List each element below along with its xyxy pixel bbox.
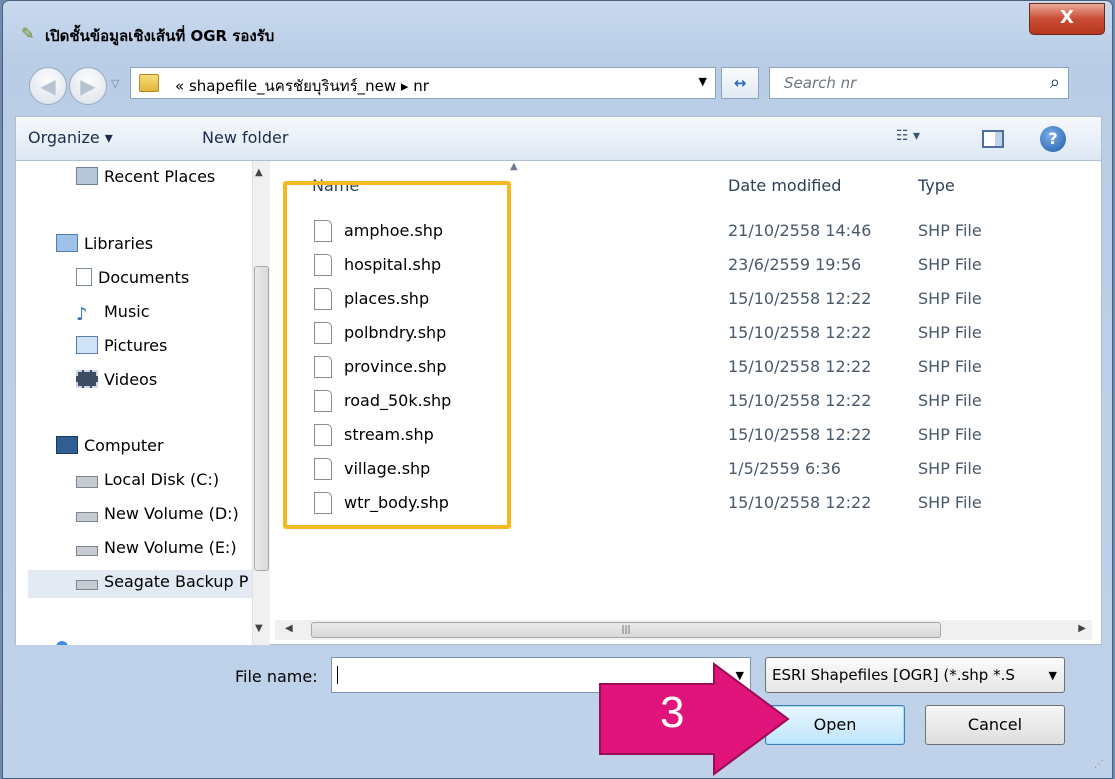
computer-icon: [56, 436, 78, 454]
network-icon: [56, 635, 74, 645]
scroll-left-arrow-icon[interactable]: ◀: [285, 623, 293, 634]
file-type-filter-value: ESRI Shapefiles [OGR] (*.shp *.S: [772, 666, 1015, 684]
text-caret: [337, 666, 338, 684]
folder-icon: [139, 74, 159, 92]
sidebar-item-computer[interactable]: Computer: [56, 436, 164, 464]
drive-icon: [76, 546, 98, 556]
organize-menu-button[interactable]: Organize ▾: [28, 128, 113, 147]
libraries-icon: [56, 234, 78, 252]
navigation-bar: ◀ ▶ ▽ « shapefile_นครชัยบุรินทร์_new ▸ n…: [3, 59, 1112, 105]
qgis-app-icon: ✎: [21, 24, 35, 43]
navigation-scrollbar[interactable]: ▲ ▼: [252, 161, 270, 645]
refresh-button[interactable]: ↔: [721, 67, 759, 99]
browser-content: Recent Places Libraries Documents ♪ Music…: [15, 160, 1102, 645]
sidebar-item-videos[interactable]: Videos: [76, 370, 157, 398]
file-list-highlight-box: [283, 181, 511, 529]
chevron-down-icon[interactable]: ▼: [699, 75, 707, 88]
drive-icon: [76, 512, 98, 522]
scroll-down-arrow-icon[interactable]: ▼: [255, 623, 263, 634]
drive-icon: [76, 476, 98, 488]
back-button[interactable]: ◀: [29, 67, 67, 105]
step-number-label: 3: [660, 688, 685, 737]
address-bar[interactable]: « shapefile_นครชัยบุรินทร์_new ▸ nr ▼: [130, 67, 716, 99]
dialog-title: เปิดชั้นข้อมูลเชิงเส้นที่ OGR รองรับ: [45, 27, 275, 45]
address-path[interactable]: « shapefile_นครชัยบุรินทร์_new ▸ nr: [175, 74, 429, 98]
pictures-icon: [76, 336, 98, 354]
sidebar-item-pictures[interactable]: Pictures: [76, 336, 167, 364]
column-header-type[interactable]: Type: [918, 176, 955, 195]
sidebar-item-music[interactable]: ♪ Music: [76, 302, 150, 330]
help-icon[interactable]: ?: [1040, 126, 1066, 152]
title-bar: ✎ เปิดชั้นข้อมูลเชิงเส้นที่ OGR รองรับ X: [3, 1, 1112, 53]
sidebar-item-documents[interactable]: Documents: [76, 268, 189, 296]
sidebar-item-seagate-backup[interactable]: Seagate Backup P: [28, 570, 263, 598]
search-placeholder: Search nr: [784, 74, 857, 92]
file-name-label: File name:: [235, 667, 318, 686]
sidebar-item-new-volume-e[interactable]: New Volume (E:): [76, 538, 237, 566]
step-arrow-annotation: [599, 662, 790, 776]
close-button[interactable]: X: [1029, 3, 1105, 35]
music-icon: ♪: [76, 304, 88, 325]
preview-pane-icon[interactable]: [982, 130, 1004, 148]
scroll-right-arrow-icon[interactable]: ▶: [1078, 623, 1086, 634]
resize-grip-icon[interactable]: ⋰: [1094, 759, 1104, 770]
sidebar-item-recent-places[interactable]: Recent Places: [76, 167, 215, 195]
videos-icon: [76, 370, 98, 388]
search-input[interactable]: Search nr ⌕: [769, 67, 1069, 99]
file-type-filter-select[interactable]: ESRI Shapefiles [OGR] (*.shp *.S ▼: [765, 657, 1065, 693]
column-header-date-modified[interactable]: Date modified: [728, 176, 841, 195]
scrollbar-thumb[interactable]: [254, 266, 269, 571]
documents-icon: [76, 268, 92, 286]
drive-icon: [76, 580, 98, 590]
change-view-button[interactable]: ☷ ▾: [896, 128, 920, 144]
command-toolbar: Organize ▾ New folder ☷ ▾ ?: [15, 116, 1102, 160]
sidebar-item-libraries[interactable]: Libraries: [56, 234, 153, 262]
chevron-down-icon[interactable]: ▼: [1049, 669, 1057, 682]
forward-button[interactable]: ▶: [69, 67, 107, 105]
sidebar-item-new-volume-d[interactable]: New Volume (D:): [76, 504, 239, 532]
horizontal-scrollbar-thumb[interactable]: |||: [311, 622, 941, 638]
new-folder-button[interactable]: New folder: [202, 128, 288, 147]
cancel-button[interactable]: Cancel: [925, 705, 1065, 745]
sidebar-item-local-disk-c[interactable]: Local Disk (C:): [76, 470, 219, 498]
recent-locations-dropdown-icon[interactable]: ▽: [111, 77, 119, 90]
open-file-dialog: ✎ เปิดชั้นข้อมูลเชิงเส้นที่ OGR รองรับ X…: [2, 0, 1113, 779]
navigation-pane: Recent Places Libraries Documents ♪ Music…: [16, 161, 264, 645]
search-icon[interactable]: ⌕: [1050, 72, 1060, 93]
scroll-up-arrow-icon[interactable]: ▲: [255, 167, 263, 178]
horizontal-scrollbar[interactable]: ◀ ||| ▶: [275, 620, 1092, 640]
recent-places-icon: [76, 167, 98, 185]
sort-indicator-icon: ▲: [510, 161, 518, 172]
